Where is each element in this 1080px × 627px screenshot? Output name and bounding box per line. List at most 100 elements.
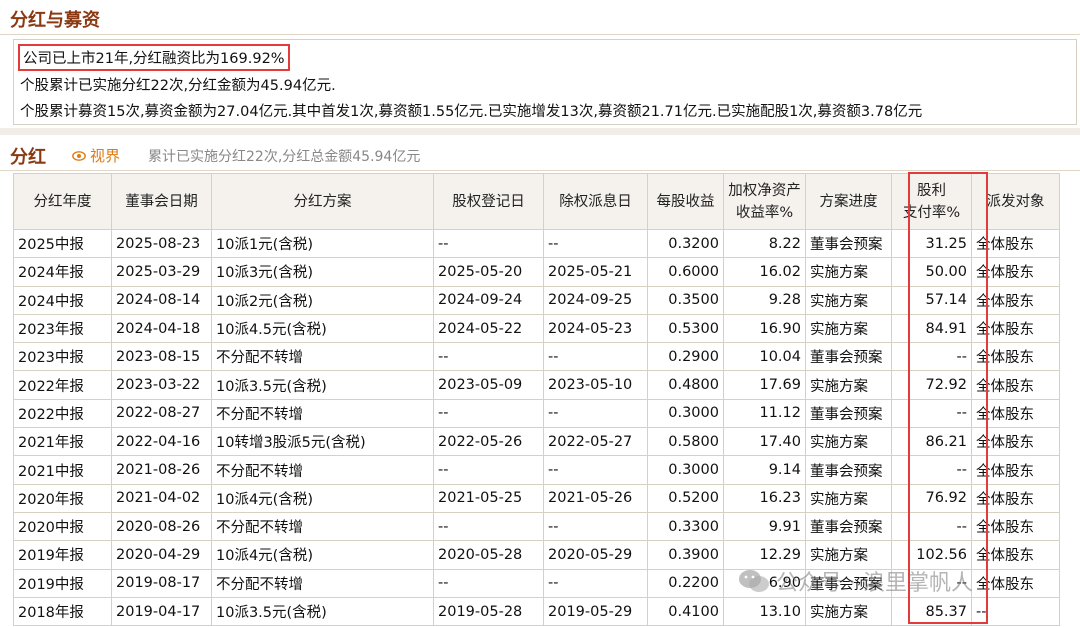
table-cell: 50.00: [891, 257, 972, 287]
table-cell: 0.2200: [647, 568, 724, 598]
table-cell: 2020-05-28: [433, 540, 544, 570]
page-title: 分红与募资: [10, 10, 100, 31]
column-header: 除权派息日: [543, 173, 648, 230]
watermark-text: 公众号 · 浪里掌帆人: [776, 571, 973, 596]
table-cell: --: [891, 511, 972, 542]
eye-icon: [72, 150, 86, 161]
table-cell: 16.02: [723, 257, 806, 287]
column-header: 分红方案: [211, 173, 434, 230]
table-cell: 10派3.5元(含税): [211, 596, 434, 627]
table-cell: 实施方案: [805, 427, 892, 457]
table-cell: 13.10: [723, 596, 806, 627]
summary-financing: 个股累计募资15次,募资金额为27.04亿元.其中首发1次,募资额1.55亿元.…: [20, 104, 923, 120]
table-cell: 2023中报: [13, 342, 112, 372]
table-cell: 不分配不转增: [211, 455, 434, 485]
table-cell: 全体股东: [971, 257, 1060, 287]
table-cell: 2021-05-26: [543, 483, 648, 513]
table-cell: 2024-08-14: [111, 285, 212, 315]
table-cell: 10转增3股派5元(含税): [211, 427, 434, 457]
table-cell: 全体股东: [971, 370, 1060, 400]
table-cell: 2022中报: [13, 398, 112, 429]
table-cell: 10派3元(含税): [211, 257, 434, 287]
table-cell: 0.2900: [647, 342, 724, 372]
table-cell: 0.6000: [647, 257, 724, 287]
view-link[interactable]: 视界: [72, 145, 120, 166]
table-cell: 86.21: [891, 427, 972, 457]
table-cell: 2024-04-18: [111, 313, 212, 344]
table-cell: 0.5300: [647, 313, 724, 344]
column-header: 派发对象: [971, 173, 1060, 230]
view-link-label: 视界: [90, 147, 121, 165]
table-cell: --: [543, 455, 648, 485]
table-cell: 实施方案: [805, 483, 892, 513]
table-cell: 17.40: [723, 427, 806, 457]
table-row: 2024年报 2025-03-29 10派3元(含税) 2025-05-20 2025-…: [13, 257, 1060, 287]
column-header: 股利 支付率%: [891, 173, 972, 230]
table-cell: 2024-05-22: [433, 313, 544, 344]
table-cell: 84.91: [891, 313, 972, 344]
table-cell: 2023-08-15: [111, 342, 212, 372]
table-cell: 9.28: [723, 285, 806, 315]
dividend-table: 分红年度 董事会日期 分红方案 股权登记日 除权派息日 每股收益 加权净资产 收益率% 方案进…: [13, 173, 1060, 627]
table-cell: 2018年报: [13, 596, 112, 627]
table-cell: 10派1元(含税): [211, 228, 434, 259]
table-cell: 2020-04-29: [111, 540, 212, 570]
table-cell: --: [543, 228, 648, 259]
table-cell: 2022-04-16: [111, 427, 212, 457]
table-cell: 2022年报: [13, 370, 112, 400]
table-cell: --: [433, 398, 544, 429]
divider: [0, 170, 1080, 171]
table-cell: --: [891, 342, 972, 372]
table-cell: 董事会预案: [805, 342, 892, 372]
table-cell: 2025-05-21: [543, 257, 648, 287]
table-cell: 0.5200: [647, 483, 724, 513]
table-cell: --: [971, 596, 1060, 627]
table-cell: 不分配不转增: [211, 342, 434, 372]
summary-dividend: 个股累计已实施分红22次,分红金额为45.94亿元.: [20, 78, 336, 94]
table-cell: --: [543, 568, 648, 598]
table-cell: 10.04: [723, 342, 806, 372]
table-cell: 10派4.5元(含税): [211, 313, 434, 344]
table-cell: 0.3900: [647, 540, 724, 570]
table-cell: 72.92: [891, 370, 972, 400]
table-cell: 不分配不转增: [211, 398, 434, 429]
table-cell: 全体股东: [971, 483, 1060, 513]
table-cell: 实施方案: [805, 257, 892, 287]
table-cell: 2020-08-26: [111, 511, 212, 542]
table-cell: 2023-05-09: [433, 370, 544, 400]
table-cell: 2020中报: [13, 511, 112, 542]
table-cell: 2023年报: [13, 313, 112, 344]
table-row: 2022中报 2022-08-27 不分配不转增 -- -- 0.3000 11.12 董事会…: [13, 398, 1060, 429]
table-cell: --: [891, 398, 972, 429]
table-cell: 实施方案: [805, 313, 892, 344]
table-cell: --: [891, 455, 972, 485]
table-row: 2021中报 2021-08-26 不分配不转增 -- -- 0.3000 9.14 董事会预…: [13, 455, 1060, 485]
table-cell: 2019-05-29: [543, 596, 648, 627]
table-cell: --: [433, 228, 544, 259]
table-cell: 0.4100: [647, 596, 724, 627]
table-cell: 10派4元(含税): [211, 483, 434, 513]
table-cell: 10派3.5元(含税): [211, 370, 434, 400]
table-cell: 全体股东: [971, 427, 1060, 457]
table-row: 2022年报 2023-03-22 10派3.5元(含税) 2023-05-09 202…: [13, 370, 1060, 400]
table-cell: 76.92: [891, 483, 972, 513]
table-row: 2018年报 2019-04-17 10派3.5元(含税) 2019-05-28 201…: [13, 596, 1060, 627]
table-cell: --: [433, 455, 544, 485]
table-cell: 9.91: [723, 511, 806, 542]
table-row: 2024中报 2024-08-14 10派2元(含税) 2024-09-24 2024-…: [13, 285, 1060, 315]
table-cell: 8.22: [723, 228, 806, 259]
table-row: 2023中报 2023-08-15 不分配不转增 -- -- 0.2900 10.04 董事会…: [13, 342, 1060, 372]
table-cell: 11.12: [723, 398, 806, 429]
table-cell: 2019-08-17: [111, 568, 212, 598]
table-cell: 2021-04-02: [111, 483, 212, 513]
table-cell: 2024年报: [13, 257, 112, 287]
section-divider: [0, 128, 1080, 135]
table-cell: 全体股东: [971, 342, 1060, 372]
table-cell: 0.3200: [647, 228, 724, 259]
table-cell: 全体股东: [971, 285, 1060, 315]
table-cell: --: [433, 342, 544, 372]
column-header: 方案进度: [805, 173, 892, 230]
table-cell: 全体股东: [971, 568, 1060, 598]
table-cell: 0.5800: [647, 427, 724, 457]
column-header: 加权净资产 收益率%: [723, 173, 806, 230]
